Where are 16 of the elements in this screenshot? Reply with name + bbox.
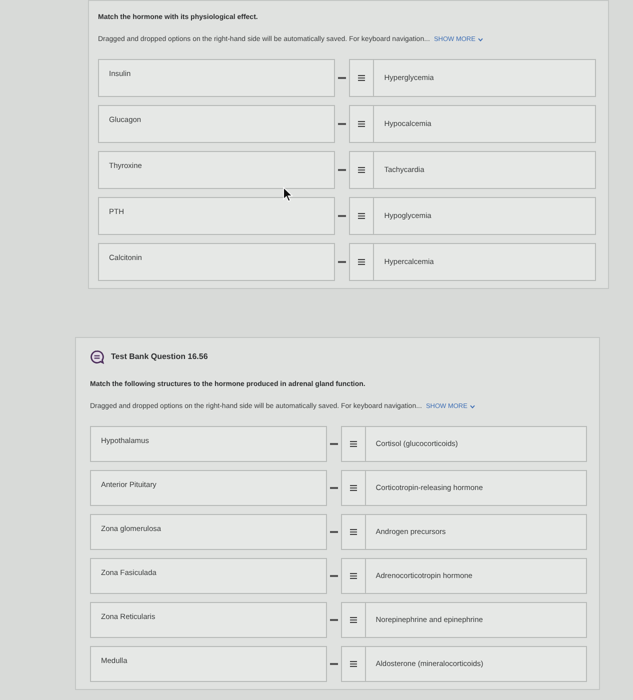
drag-handle-icon[interactable] [350, 441, 357, 447]
drag-handle-icon[interactable] [350, 617, 357, 623]
drag-handle-icon[interactable] [350, 661, 357, 667]
mouse-cursor-icon [283, 187, 293, 202]
drag-handle-icon[interactable] [350, 529, 357, 535]
question-title: Test Bank Question 16.56 [111, 352, 208, 362]
chat-bubble-icon [90, 350, 104, 364]
drag-handle-icon[interactable] [358, 259, 366, 265]
drag-handle-icon[interactable] [350, 485, 357, 491]
caret-icon [478, 38, 484, 42]
drag-handle-icon[interactable] [350, 573, 357, 579]
drag-handle-icon[interactable] [358, 213, 366, 219]
caret-icon [470, 405, 476, 409]
drag-handle-icon[interactable] [358, 75, 366, 81]
drag-handle-icon[interactable] [358, 121, 366, 127]
drag-handle-icon[interactable] [358, 167, 366, 173]
